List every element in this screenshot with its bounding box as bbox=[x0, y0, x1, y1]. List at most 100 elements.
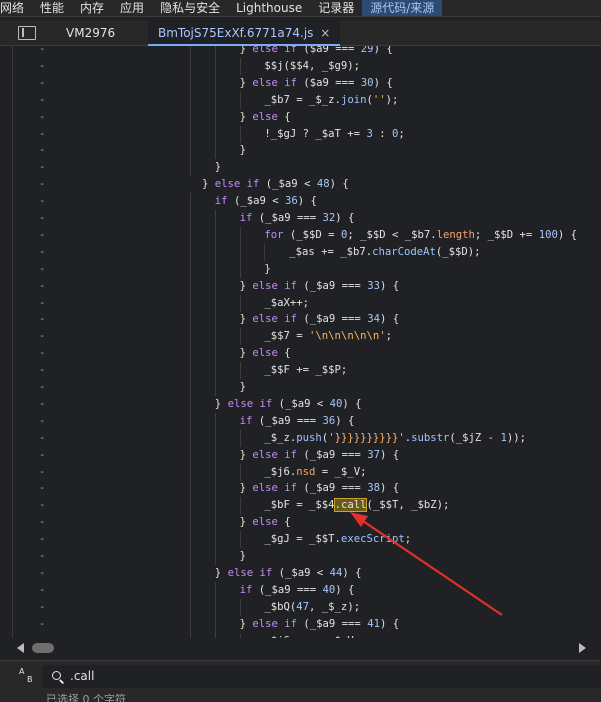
code-token: } bbox=[239, 279, 253, 292]
line-marker[interactable]: - bbox=[39, 548, 47, 565]
navigator-toggle-icon[interactable] bbox=[18, 26, 36, 40]
tab-2[interactable]: 内存 bbox=[72, 0, 112, 16]
tab-1[interactable]: 性能 bbox=[32, 0, 72, 16]
scroll-thumb[interactable] bbox=[32, 643, 54, 653]
close-icon[interactable]: × bbox=[320, 26, 330, 40]
line-marker[interactable]: - bbox=[39, 447, 47, 464]
code-token: ($a9 === bbox=[297, 76, 361, 89]
line-marker[interactable]: - bbox=[39, 92, 47, 109]
file-tab-vm[interactable]: VM2976 bbox=[56, 21, 148, 46]
line-marker[interactable]: - bbox=[39, 176, 47, 193]
indent-guide bbox=[190, 125, 191, 143]
line-marker[interactable]: - bbox=[39, 345, 47, 362]
search-bar: A B bbox=[0, 660, 601, 690]
line-marker[interactable]: - bbox=[39, 311, 47, 328]
tab-6[interactable]: 记录器 bbox=[310, 0, 362, 16]
search-input[interactable] bbox=[70, 665, 590, 688]
code-text: _$b7 = _$_z.join(''); bbox=[264, 92, 398, 109]
code-token: } bbox=[239, 516, 253, 529]
code-token: ) { bbox=[379, 279, 400, 292]
indent-guide bbox=[190, 311, 191, 329]
indent-guide bbox=[214, 379, 216, 396]
line-marker[interactable]: - bbox=[39, 142, 47, 159]
code-token: ) { bbox=[379, 482, 400, 495]
line-marker[interactable]: - bbox=[39, 430, 47, 447]
indent-guide bbox=[239, 531, 241, 549]
horizontal-scrollbar[interactable] bbox=[0, 638, 601, 658]
code-token: execScript bbox=[340, 533, 405, 546]
line-marker[interactable]: - bbox=[39, 379, 47, 396]
code-token: 44 bbox=[329, 566, 343, 579]
file-tab-active[interactable]: BmTojS75ExXf.6771a74.js × bbox=[148, 20, 341, 46]
code-token: } bbox=[239, 144, 246, 157]
code-token: ) { bbox=[379, 448, 400, 461]
line-marker[interactable]: - bbox=[39, 109, 47, 126]
code-token: _$gJ = _$$T. bbox=[264, 533, 341, 546]
tab-3[interactable]: 应用 bbox=[112, 0, 152, 16]
line-marker[interactable]: - bbox=[39, 514, 47, 531]
line-marker[interactable]: - bbox=[39, 75, 47, 92]
code-token: (_$a9 < bbox=[259, 178, 317, 191]
indent-guide bbox=[214, 277, 216, 295]
line-marker[interactable]: - bbox=[39, 295, 47, 312]
indent-guide bbox=[214, 615, 216, 633]
scroll-left-icon[interactable] bbox=[17, 643, 24, 653]
line-marker[interactable]: - bbox=[39, 413, 47, 430]
code-editor[interactable]: -} else if ($a9 === 29) {- $$j($$4, _$g9)… bbox=[12, 46, 601, 638]
code-text: } else if (_$a9 === 41) { bbox=[240, 616, 400, 633]
indent-guide bbox=[190, 226, 191, 244]
line-marker[interactable]: - bbox=[39, 616, 47, 633]
line-marker[interactable]: - bbox=[39, 599, 47, 616]
code-token: 47 bbox=[296, 600, 310, 613]
line-marker[interactable]: - bbox=[39, 464, 47, 481]
search-field[interactable] bbox=[42, 665, 601, 688]
line-marker[interactable]: - bbox=[39, 565, 47, 582]
code-line: -} bbox=[12, 142, 601, 160]
line-marker[interactable]: - bbox=[39, 261, 47, 278]
code-token: !_$gJ ? _$aT += bbox=[264, 127, 367, 140]
code-text: } bbox=[240, 379, 246, 396]
indent-guide bbox=[239, 226, 241, 244]
code-token: push bbox=[296, 431, 322, 444]
line-marker[interactable]: - bbox=[39, 531, 47, 548]
line-marker[interactable]: - bbox=[39, 362, 47, 379]
match-case-icon[interactable]: A B bbox=[19, 668, 35, 684]
indent-guide bbox=[214, 446, 216, 464]
code-token: } bbox=[239, 550, 246, 562]
indent-guide bbox=[239, 125, 241, 143]
line-marker[interactable]: - bbox=[39, 159, 47, 176]
code-line: - _$$F += _$$P; bbox=[12, 362, 601, 380]
code-token: join bbox=[340, 93, 367, 106]
code-token: , _$_z); bbox=[309, 600, 361, 613]
line-marker[interactable]: - bbox=[39, 480, 47, 497]
scroll-right-icon[interactable] bbox=[579, 643, 586, 653]
line-marker[interactable]: - bbox=[39, 582, 47, 599]
tab-4[interactable]: 隐私与安全 bbox=[152, 0, 228, 16]
indent-guide bbox=[239, 497, 241, 515]
code-token: } bbox=[239, 448, 253, 461]
indent-guide bbox=[214, 412, 216, 430]
line-marker[interactable]: - bbox=[39, 193, 47, 210]
line-marker[interactable]: - bbox=[39, 244, 47, 261]
tab-5[interactable]: Lighthouse bbox=[228, 0, 310, 16]
code-token: ) { bbox=[379, 617, 400, 630]
line-marker[interactable]: - bbox=[39, 497, 47, 514]
indent-guide bbox=[214, 514, 216, 532]
line-marker[interactable]: - bbox=[39, 210, 47, 227]
code-token: nsd bbox=[296, 465, 316, 478]
line-marker[interactable]: - bbox=[39, 278, 47, 295]
code-line: -} else if ($a9 === 30) { bbox=[12, 74, 601, 92]
code-token: )); bbox=[506, 431, 526, 444]
tab-0[interactable]: 网络 bbox=[0, 0, 32, 16]
indent-guide bbox=[239, 243, 241, 261]
code-token: ($a9 === bbox=[297, 46, 361, 55]
line-marker[interactable]: - bbox=[39, 58, 47, 75]
line-marker[interactable]: - bbox=[39, 396, 47, 413]
line-marker[interactable]: - bbox=[39, 46, 47, 58]
tab-7[interactable]: 源代码/来源 bbox=[362, 0, 443, 16]
code-token: else if bbox=[252, 448, 298, 461]
line-marker[interactable]: - bbox=[39, 328, 47, 345]
line-marker[interactable]: - bbox=[39, 227, 47, 244]
indent-guide bbox=[190, 581, 191, 599]
line-marker[interactable]: - bbox=[39, 126, 47, 143]
